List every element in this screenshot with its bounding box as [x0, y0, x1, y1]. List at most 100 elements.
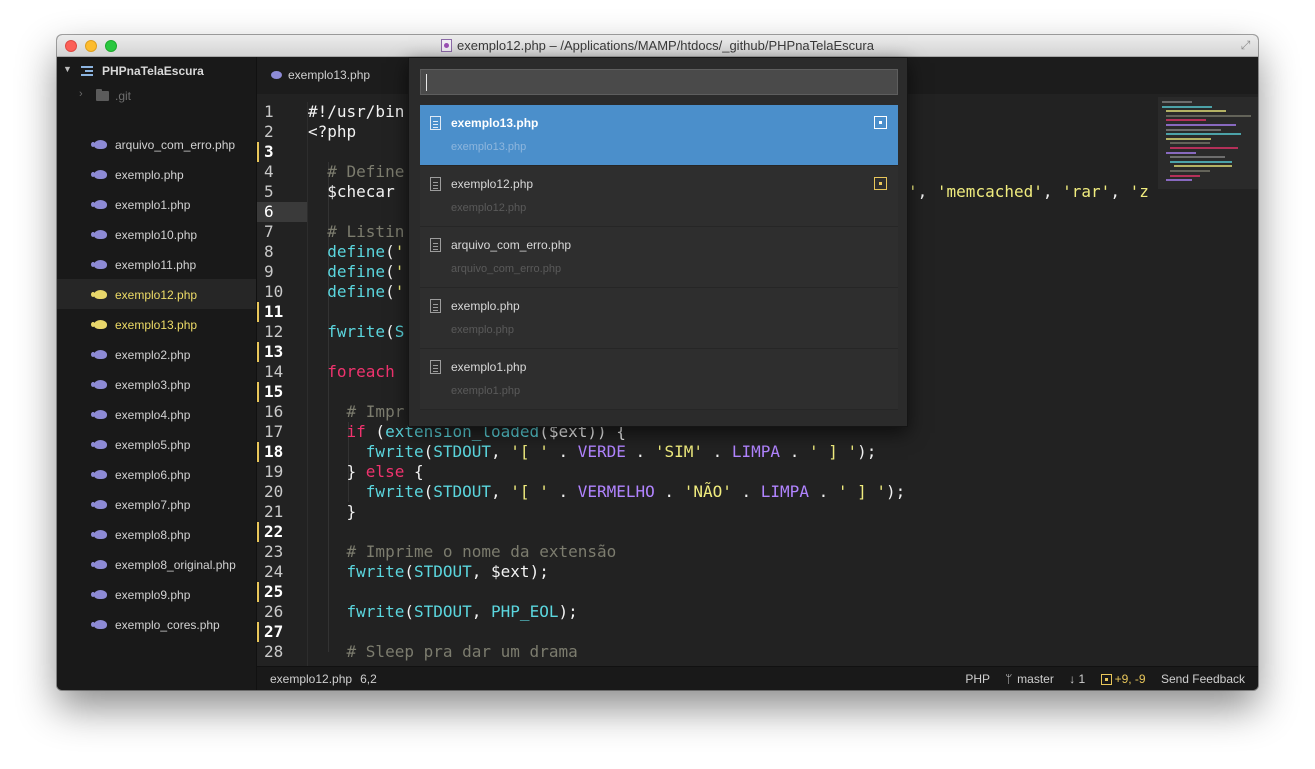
modified-line-marker — [257, 142, 259, 162]
php-elephant-icon — [91, 620, 107, 629]
code-line: } else { — [308, 462, 424, 481]
quick-open-item-path: exemplo.php — [451, 324, 514, 336]
code-line: foreach — [327, 362, 395, 381]
quick-open-item-name: exemplo1.php — [451, 360, 527, 374]
title-bar: exemplo12.php – /Applications/MAMP/htdoc… — [57, 35, 1258, 57]
php-elephant-icon — [91, 440, 107, 449]
chevron-right-icon[interactable]: › — [79, 88, 83, 100]
sidebar-file-label: exemplo1.php — [115, 198, 191, 212]
sidebar-file-item[interactable]: exemplo4.php — [57, 399, 256, 429]
modified-line-marker — [257, 582, 259, 602]
behind-count: 1 — [1078, 672, 1086, 686]
sidebar-file-item[interactable]: exemplo11.php — [57, 249, 256, 279]
status-cursor: 6,2 — [360, 672, 377, 686]
sidebar-file-label: exemplo_cores.php — [115, 618, 220, 632]
quick-open-item[interactable]: exemplo13.php exemplo13.php — [420, 105, 898, 166]
status-branch[interactable]: ᛘ master — [1005, 672, 1054, 686]
document-icon — [430, 238, 441, 252]
sidebar-file-item[interactable]: exemplo9.php — [57, 579, 256, 609]
minimap-line — [1174, 165, 1232, 168]
line-number-text: 11 — [264, 302, 284, 321]
modified-line-marker — [257, 342, 259, 362]
sidebar-file-label: exemplo9.php — [115, 588, 191, 602]
php-elephant-icon — [91, 560, 107, 569]
line-number: 20 — [257, 482, 307, 502]
line-number: 24 — [257, 562, 307, 582]
minimap-line — [1166, 119, 1206, 122]
text-caret — [426, 74, 427, 91]
code-line: fwrite(S — [327, 322, 405, 341]
line-number: 26 — [257, 602, 307, 622]
line-number-text: 19 — [264, 462, 284, 481]
php-elephant-icon — [91, 320, 107, 329]
sidebar: ▼ PHPnaTelaEscura › .git arquivo_com_err… — [57, 57, 257, 690]
sidebar-file-item[interactable]: exemplo8_original.php — [57, 549, 256, 579]
line-number: 21 — [257, 502, 307, 522]
php-elephant-icon — [91, 590, 107, 599]
line-number: 2 — [257, 122, 307, 142]
minimap[interactable] — [1158, 97, 1258, 189]
line-number-text: 26 — [264, 602, 284, 621]
minimap-line — [1170, 156, 1225, 159]
modified-line-marker — [257, 622, 259, 642]
quick-open-item[interactable]: arquivo_com_erro.php arquivo_com_erro.php — [420, 227, 898, 288]
send-feedback-link[interactable]: Send Feedback — [1161, 672, 1245, 686]
status-language[interactable]: PHP — [965, 672, 989, 686]
modified-line-marker — [257, 382, 259, 402]
minimap-line — [1166, 128, 1221, 131]
code-line: } — [308, 502, 357, 521]
sidebar-file-item[interactable]: exemplo.php — [57, 159, 256, 189]
git-folder[interactable]: › .git — [57, 88, 256, 104]
folder-icon — [96, 89, 109, 101]
php-elephant-icon — [91, 470, 107, 479]
code-line: $checar — [327, 182, 395, 201]
line-number-text: 28 — [264, 642, 284, 661]
line-number-text: 25 — [264, 582, 284, 601]
line-number-text: 12 — [264, 322, 284, 341]
tab-exemplo13[interactable]: exemplo13.php — [257, 57, 407, 94]
branch-name: master — [1017, 672, 1054, 686]
quick-open-item[interactable]: exemplo12.php exemplo12.php — [420, 166, 898, 227]
line-number: 10 — [257, 282, 307, 302]
project-name: PHPnaTelaEscura — [102, 64, 204, 78]
quick-open-input[interactable] — [420, 69, 898, 95]
php-elephant-icon — [91, 140, 107, 149]
quick-open-item[interactable]: exemplo1.php exemplo1.php — [420, 349, 898, 410]
sidebar-file-item[interactable]: exemplo10.php — [57, 219, 256, 249]
line-number-text: 1 — [264, 102, 274, 121]
sidebar-file-label: exemplo6.php — [115, 468, 191, 482]
php-elephant-icon — [91, 200, 107, 209]
sidebar-file-label: exemplo8.php — [115, 528, 191, 542]
chevron-down-icon[interactable]: ▼ — [63, 64, 72, 74]
window-title-wrap: exemplo12.php – /Applications/MAMP/htdoc… — [57, 38, 1258, 53]
sidebar-file-item[interactable]: exemplo7.php — [57, 489, 256, 519]
php-elephant-icon — [91, 350, 107, 359]
line-number-text: 16 — [264, 402, 284, 421]
sidebar-file-item[interactable]: exemplo6.php — [57, 459, 256, 489]
unsaved-changes-icon — [874, 116, 887, 129]
line-number: 25 — [257, 582, 307, 602]
sidebar-file-item[interactable]: exemplo_cores.php — [57, 609, 256, 639]
sidebar-file-item[interactable]: exemplo2.php — [57, 339, 256, 369]
sidebar-file-item[interactable]: exemplo1.php — [57, 189, 256, 219]
sidebar-file-item[interactable]: exemplo12.php — [57, 279, 256, 309]
line-number: 8 — [257, 242, 307, 262]
fullscreen-icon[interactable]: ⤢ — [1239, 39, 1252, 52]
sidebar-file-label: exemplo10.php — [115, 228, 198, 242]
sidebar-file-item[interactable]: exemplo5.php — [57, 429, 256, 459]
sidebar-file-item[interactable]: arquivo_com_erro.php — [57, 129, 256, 159]
line-number-text: 9 — [264, 262, 274, 281]
status-bar: exemplo12.php 6,2 PHP ᛘ master ↓ 1 +9, -9 … — [257, 666, 1258, 690]
minimap-line — [1166, 179, 1192, 182]
project-folder[interactable]: ▼ PHPnaTelaEscura — [57, 63, 256, 79]
quick-open-item[interactable]: exemplo.php exemplo.php — [420, 288, 898, 349]
code-line: fwrite(STDOUT, '[ ' . VERMELHO . 'NÃO' .… — [365, 482, 906, 501]
sidebar-file-item[interactable]: exemplo13.php — [57, 309, 256, 339]
line-number: 13 — [257, 342, 307, 362]
sidebar-file-item[interactable]: exemplo3.php — [57, 369, 256, 399]
code-line: <?php — [308, 122, 357, 141]
sidebar-file-item[interactable]: exemplo8.php — [57, 519, 256, 549]
status-behind: ↓ 1 — [1069, 672, 1086, 686]
code-line: fwrite(STDOUT, PHP_EOL); — [346, 602, 578, 621]
status-file: exemplo12.php — [270, 672, 353, 686]
